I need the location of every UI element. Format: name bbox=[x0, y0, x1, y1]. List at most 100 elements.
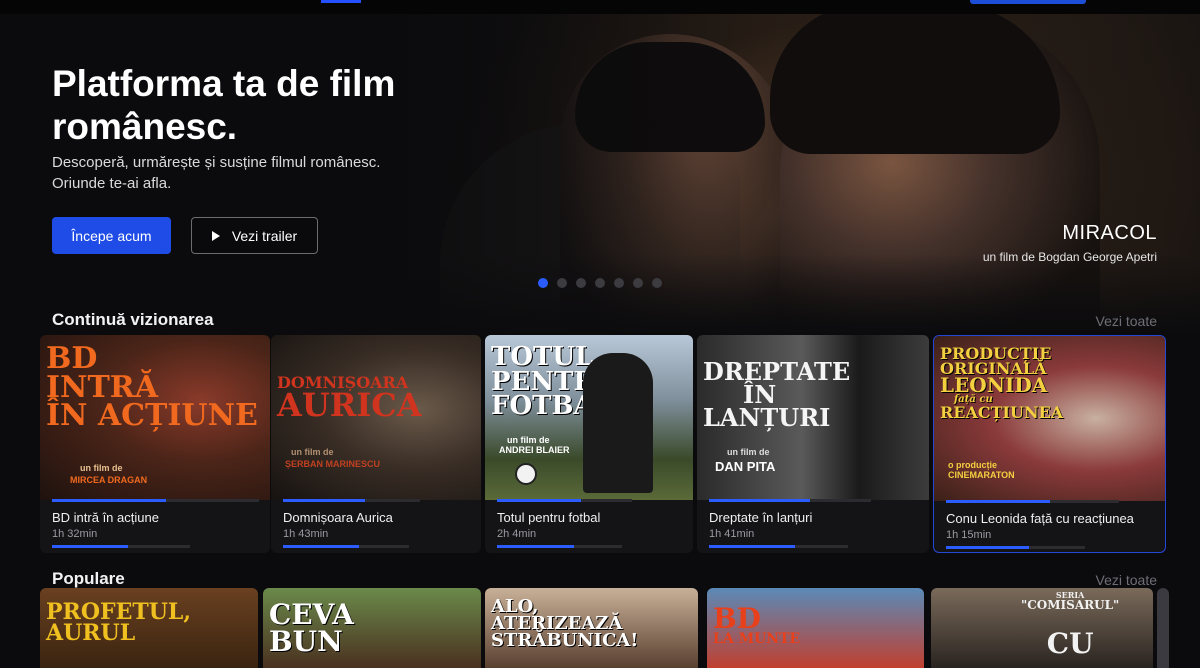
poster-line: AURICA bbox=[277, 386, 422, 425]
continue-card-conu-leonida[interactable]: PRODUCȚIE ORIGINALĂ LEONIDA față cu REAC… bbox=[933, 335, 1166, 553]
active-nav-indicator bbox=[321, 0, 361, 3]
card-duration: 1h 15min bbox=[946, 529, 992, 541]
poster-line: ÎN ACȚIUNE bbox=[46, 398, 258, 433]
card-title: Conu Leonida față cu reacțiunea bbox=[946, 511, 1134, 526]
football-icon bbox=[515, 463, 537, 485]
popular-see-all-link[interactable]: Vezi toate bbox=[1096, 572, 1158, 588]
popular-card-profetul-aurul[interactable]: PROFETUL, AURUL bbox=[40, 588, 258, 668]
poster-line: BUN bbox=[269, 624, 343, 658]
watch-trailer-label: Vezi trailer bbox=[231, 227, 298, 244]
progress-fill bbox=[946, 546, 1030, 549]
poster-image: TOTUL PENTRU FOTBAL un film de ANDREI BL… bbox=[485, 335, 693, 500]
poster-title: BD INTRĂ ÎN ACȚIUNE bbox=[46, 344, 258, 433]
popular-heading: Populare bbox=[52, 569, 125, 588]
poster-title: ALO, ATERIZEAZĂ STRĂBUNICA! bbox=[491, 597, 639, 652]
carousel-dot[interactable] bbox=[614, 278, 624, 288]
progress-fill bbox=[52, 545, 128, 548]
carousel-dot[interactable] bbox=[538, 278, 548, 288]
popular-card-partial[interactable] bbox=[1157, 588, 1169, 668]
popular-card-alo-aterizeaza[interactable]: ALO, ATERIZEAZĂ STRĂBUNICA! bbox=[485, 588, 698, 668]
progress-fill bbox=[497, 499, 581, 502]
progress-fill bbox=[709, 545, 796, 548]
card-duration: 1h 32min bbox=[52, 528, 98, 540]
poster-line: CU bbox=[1046, 626, 1094, 660]
continue-watching-heading: Continuă vizionarea bbox=[52, 310, 214, 329]
poster-credit: un film de bbox=[727, 447, 770, 457]
carousel-pagination bbox=[538, 278, 662, 288]
progress-bar bbox=[52, 545, 190, 548]
carousel-dot[interactable] bbox=[595, 278, 605, 288]
poster-line: LEONIDA bbox=[940, 373, 1048, 398]
poster-title: SERIA "COMISARUL" CU bbox=[1021, 591, 1120, 660]
card-title: Domnișoara Aurica bbox=[283, 510, 393, 525]
progress-bar bbox=[946, 546, 1085, 549]
poster-line: LANȚURI bbox=[703, 402, 831, 432]
continue-card-domnisoara-aurica[interactable]: DOMNIȘOARA AURICA un film de ȘERBAN MARI… bbox=[271, 335, 481, 553]
progress-bar-top bbox=[283, 499, 420, 502]
hero-subtitle: Descoperă, urmărește și susține filmul r… bbox=[52, 154, 381, 192]
poster-line: "COMISARUL" bbox=[1021, 597, 1120, 612]
card-title: Dreptate în lanțuri bbox=[709, 510, 813, 525]
poster-line: AURUL bbox=[46, 619, 136, 646]
continue-card-bd-intra[interactable]: BD INTRĂ ÎN ACȚIUNE un film de MIRCEA DR… bbox=[40, 335, 270, 553]
play-icon bbox=[211, 230, 220, 241]
progress-bar-top bbox=[497, 499, 633, 502]
poster-title: DOMNIȘOARA AURICA bbox=[277, 374, 422, 425]
poster-figure bbox=[583, 353, 653, 493]
poster-title: BD LA MUNTE bbox=[713, 602, 801, 647]
poster-director: MIRCEA DRAGAN bbox=[70, 475, 148, 485]
poster-director: DAN PITA bbox=[715, 459, 776, 474]
poster-line: DREPTATE bbox=[703, 357, 851, 386]
watch-trailer-button[interactable]: Vezi trailer bbox=[191, 217, 318, 254]
poster-image: DREPTATE ÎN LANȚURI un film de DAN PITA bbox=[697, 335, 929, 500]
progress-bar-top bbox=[946, 500, 1120, 503]
carousel-dot[interactable] bbox=[652, 278, 662, 288]
poster-line: BD bbox=[713, 602, 761, 635]
progress-fill bbox=[946, 500, 1050, 503]
featured-film-byline: un film de Bogdan George Apetri bbox=[982, 250, 1157, 264]
poster-image: PRODUCȚIE ORIGINALĂ LEONIDA față cu REAC… bbox=[934, 336, 1165, 501]
progress-bar bbox=[497, 545, 622, 548]
card-duration: 2h 4min bbox=[497, 528, 537, 540]
continue-watching-see-all-link[interactable]: Vezi toate bbox=[1096, 313, 1158, 329]
poster-line: REACȚIUNEA bbox=[940, 402, 1064, 422]
hero-title: Platforma ta de film românesc. bbox=[52, 63, 396, 147]
progress-bar bbox=[283, 545, 409, 548]
continue-card-dreptate-in-lanturi[interactable]: DREPTATE ÎN LANȚURI un film de DAN PITA … bbox=[697, 335, 929, 553]
start-now-label: Începe acum bbox=[71, 227, 152, 244]
progress-fill bbox=[283, 545, 359, 548]
poster-line: STRĂBUNICA! bbox=[491, 630, 639, 652]
poster-credit: un film de bbox=[80, 463, 123, 473]
carousel-dot[interactable] bbox=[576, 278, 586, 288]
poster-title: PROFETUL, AURUL bbox=[46, 601, 191, 646]
carousel-dot[interactable] bbox=[557, 278, 567, 288]
popular-card-bd-la-munte[interactable]: BD LA MUNTE bbox=[707, 588, 924, 668]
poster-line: LA MUNTE bbox=[713, 630, 801, 647]
poster-director: CINEMARATON bbox=[948, 470, 1015, 480]
top-cta-button[interactable] bbox=[970, 0, 1086, 4]
progress-fill bbox=[497, 545, 575, 548]
progress-bar bbox=[709, 545, 849, 548]
card-duration: 1h 43min bbox=[283, 528, 329, 540]
poster-image: BD INTRĂ ÎN ACȚIUNE un film de MIRCEA DR… bbox=[40, 335, 270, 500]
poster-title: PRODUCȚIE ORIGINALĂ LEONIDA față cu REAC… bbox=[940, 345, 1064, 422]
popular-card-comisarul[interactable]: SERIA "COMISARUL" CU bbox=[931, 588, 1153, 668]
progress-bar-top bbox=[709, 499, 872, 502]
progress-bar-top bbox=[52, 499, 259, 502]
continue-card-totul-pentru-fotbal[interactable]: TOTUL PENTRU FOTBAL un film de ANDREI BL… bbox=[485, 335, 693, 553]
poster-title: CEVA BUN bbox=[269, 601, 354, 658]
card-title: Totul pentru fotbal bbox=[497, 510, 601, 525]
progress-fill bbox=[283, 499, 365, 502]
poster-title: DREPTATE ÎN LANȚURI bbox=[703, 357, 851, 432]
card-duration: 1h 41min bbox=[709, 528, 755, 540]
start-now-button[interactable]: Începe acum bbox=[52, 217, 171, 254]
poster-credit: un film de bbox=[291, 447, 334, 457]
top-navigation-bar bbox=[0, 0, 1200, 14]
poster-image: DOMNIȘOARA AURICA un film de ȘERBAN MARI… bbox=[271, 335, 481, 500]
carousel-dot[interactable] bbox=[633, 278, 643, 288]
poster-director: ANDREI BLAIER bbox=[499, 445, 570, 455]
popular-card-ceva-bun[interactable]: CEVA BUN bbox=[263, 588, 481, 668]
card-title: BD intră în acțiune bbox=[52, 510, 159, 525]
featured-film-title: MIRACOL bbox=[1062, 222, 1157, 244]
progress-fill bbox=[52, 499, 166, 502]
